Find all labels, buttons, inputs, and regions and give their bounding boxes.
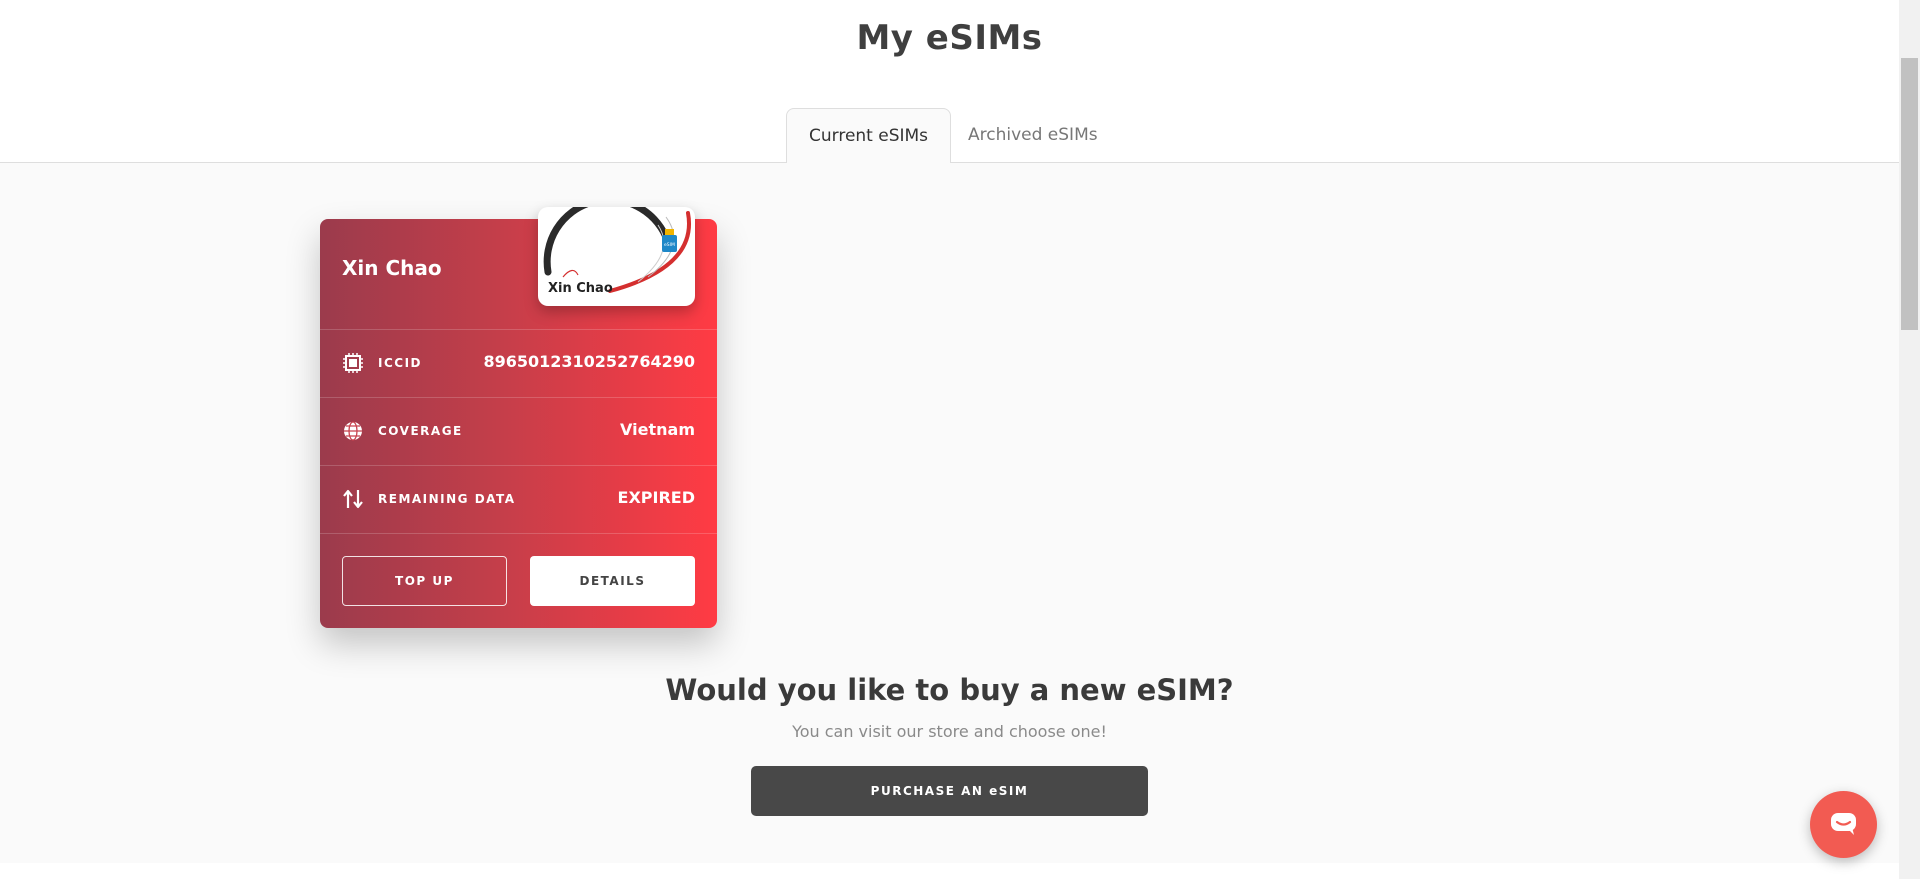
page-title: My eSIMs: [856, 18, 1043, 58]
buy-esim-heading: Would you like to buy a new eSIM?: [665, 673, 1234, 707]
top-up-button[interactable]: TOP UP: [342, 556, 507, 606]
buy-esim-subtext: You can visit our store and choose one!: [792, 722, 1107, 741]
esim-logo: eSIM Xin Chao: [538, 207, 695, 306]
scrollbar[interactable]: [1899, 0, 1920, 879]
esim-name: Xin Chao: [342, 256, 442, 280]
esim-card: Xin Chao eSIM Xin Chao ICCID 89650123102…: [320, 207, 717, 628]
page: My eSIMs Current eSIMs Archived eSIMs Xi…: [0, 0, 1899, 879]
iccid-value: 8965012310252764290: [483, 352, 695, 371]
tab-archived-esims[interactable]: Archived eSIMs: [946, 108, 1120, 163]
main-content: Xin Chao eSIM Xin Chao ICCID 89650123102…: [0, 163, 1899, 863]
chat-icon: [1831, 813, 1856, 835]
coverage-row: COVERAGE Vietnam: [320, 397, 717, 465]
svg-text:eSIM: eSIM: [664, 242, 675, 248]
coverage-value: Vietnam: [620, 420, 695, 439]
chip-icon: [342, 352, 364, 374]
purchase-esim-button[interactable]: PURCHASE AN eSIM: [751, 766, 1148, 816]
tab-bar: Current eSIMs Archived eSIMs: [0, 108, 1899, 164]
details-button[interactable]: DETAILS: [530, 556, 695, 606]
iccid-label: ICCID: [378, 356, 423, 370]
chat-button[interactable]: [1810, 791, 1877, 858]
scrollbar-thumb[interactable]: [1901, 58, 1918, 330]
coverage-label: COVERAGE: [378, 424, 463, 438]
globe-icon: [342, 420, 364, 442]
remaining-data-value: EXPIRED: [617, 488, 695, 507]
remaining-data-label: REMAINING DATA: [378, 492, 516, 506]
esim-logo-text: Xin Chao: [548, 281, 613, 296]
data-arrows-icon: [342, 488, 364, 510]
remaining-data-row: REMAINING DATA EXPIRED: [320, 465, 717, 533]
iccid-row: ICCID 8965012310252764290: [320, 329, 717, 397]
tab-current-esims[interactable]: Current eSIMs: [786, 108, 952, 164]
